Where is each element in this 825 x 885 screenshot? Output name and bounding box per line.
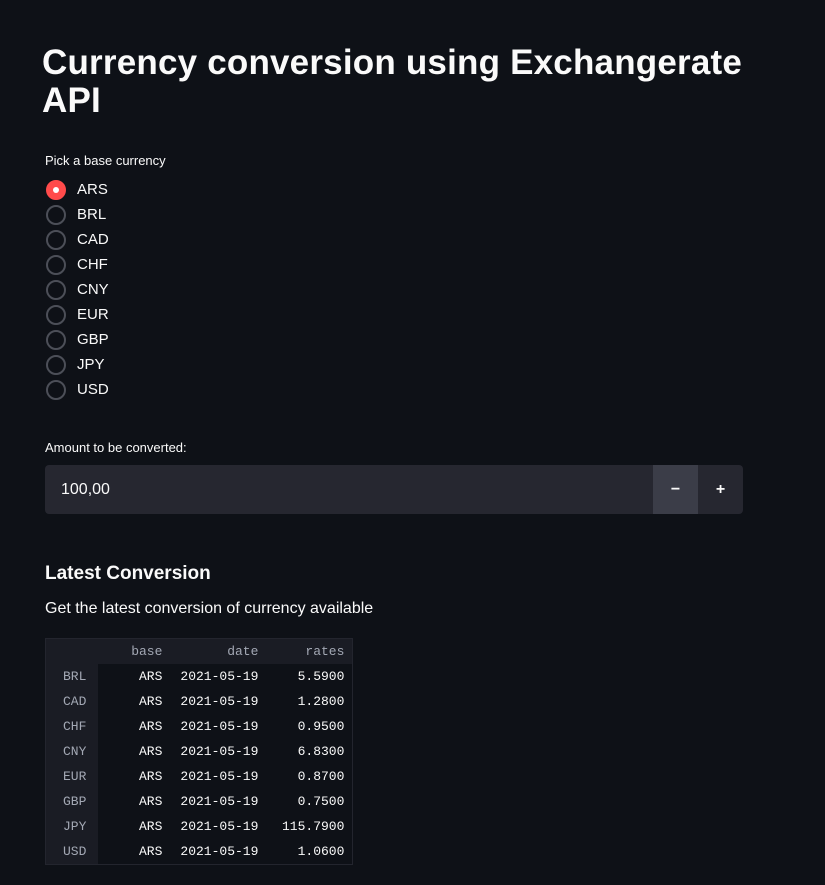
radio-option-label: CAD	[77, 231, 109, 248]
increment-button[interactable]: +	[698, 465, 743, 514]
table-row: BRL ARS 2021-05-19 5.5900	[46, 664, 353, 689]
row-index-cell: USD	[46, 839, 99, 864]
radio-button-icon[interactable]	[46, 179, 66, 200]
date-cell: 2021-05-19	[170, 764, 267, 789]
amount-label: Amount to be converted:	[45, 440, 187, 455]
radio-option-label: CNY	[77, 281, 109, 298]
conversion-dataframe[interactable]: base date rates BRL ARS 2021-05-19 5.5900 CA…	[45, 638, 354, 865]
radio-option-gbp[interactable]: GBP	[46, 327, 109, 352]
date-cell: 2021-05-19	[170, 689, 267, 714]
date-cell: 2021-05-19	[170, 839, 267, 864]
table-row: CNY ARS 2021-05-19 6.8300	[46, 739, 353, 764]
date-cell: 2021-05-19	[170, 739, 267, 764]
radio-option-ars[interactable]: ARS	[46, 177, 109, 202]
column-header-date[interactable]: date	[170, 639, 267, 664]
row-index-cell: BRL	[46, 664, 99, 689]
date-cell: 2021-05-19	[170, 714, 267, 739]
radio-option-label: USD	[77, 381, 109, 398]
base-cell: ARS	[98, 714, 171, 739]
base-currency-label: Pick a base currency	[45, 153, 166, 168]
radio-option-jpy[interactable]: JPY	[46, 352, 109, 377]
table-header-row: base date rates	[46, 639, 353, 664]
radio-button-icon[interactable]	[46, 304, 66, 325]
rates-cell: 0.9500	[266, 714, 353, 739]
column-header-index[interactable]	[46, 639, 99, 664]
radio-button-icon[interactable]	[46, 254, 66, 275]
radio-option-brl[interactable]: BRL	[46, 202, 109, 227]
rates-cell: 1.2800	[266, 689, 353, 714]
table-row: CAD ARS 2021-05-19 1.2800	[46, 689, 353, 714]
row-index-cell: CNY	[46, 739, 99, 764]
conversion-table: base date rates BRL ARS 2021-05-19 5.5900 CA…	[46, 639, 353, 864]
rates-cell: 6.8300	[266, 739, 353, 764]
rates-cell: 0.7500	[266, 789, 353, 814]
rates-cell: 0.8700	[266, 764, 353, 789]
radio-option-eur[interactable]: EUR	[46, 302, 109, 327]
date-cell: 2021-05-19	[170, 789, 267, 814]
base-cell: ARS	[98, 814, 171, 839]
amount-number-input: − +	[45, 465, 743, 514]
radio-button-icon[interactable]	[46, 329, 66, 350]
row-index-cell: GBP	[46, 789, 99, 814]
base-cell: ARS	[98, 689, 171, 714]
base-currency-radio-group: ARS BRL CAD CHF CNY EUR GBP JPY USD	[46, 177, 109, 402]
app-page: Currency conversion using Exchangerate A…	[0, 0, 825, 885]
decrement-button[interactable]: −	[653, 465, 698, 514]
rates-cell: 5.5900	[266, 664, 353, 689]
radio-button-icon[interactable]	[46, 229, 66, 250]
column-header-base[interactable]: base	[98, 639, 171, 664]
rates-cell: 115.7900	[266, 814, 353, 839]
table-body: BRL ARS 2021-05-19 5.5900 CAD ARS 2021-05-19 1.…	[46, 664, 353, 864]
table-row: USD ARS 2021-05-19 1.0600	[46, 839, 353, 864]
radio-option-label: GBP	[77, 331, 109, 348]
radio-option-usd[interactable]: USD	[46, 377, 109, 402]
radio-button-icon[interactable]	[46, 279, 66, 300]
base-cell: ARS	[98, 789, 171, 814]
section-description: Get the latest conversion of currency av…	[45, 600, 374, 617]
table-row: JPY ARS 2021-05-19 115.7900	[46, 814, 353, 839]
table-row: GBP ARS 2021-05-19 0.7500	[46, 789, 353, 814]
base-cell: ARS	[98, 764, 171, 789]
radio-option-label: JPY	[77, 356, 105, 373]
radio-option-label: EUR	[77, 306, 109, 323]
radio-option-chf[interactable]: CHF	[46, 252, 109, 277]
radio-option-label: BRL	[77, 206, 107, 223]
row-index-cell: CHF	[46, 714, 99, 739]
radio-button-icon[interactable]	[46, 204, 66, 225]
row-index-cell: CAD	[46, 689, 99, 714]
date-cell: 2021-05-19	[170, 814, 267, 839]
radio-option-label: CHF	[77, 256, 108, 273]
base-cell: ARS	[98, 739, 171, 764]
rates-cell: 1.0600	[266, 839, 353, 864]
page-title: Currency conversion using Exchangerate A…	[42, 43, 743, 120]
radio-button-icon[interactable]	[46, 379, 66, 400]
radio-option-cad[interactable]: CAD	[46, 227, 109, 252]
row-index-cell: JPY	[46, 814, 99, 839]
base-cell: ARS	[98, 664, 171, 689]
radio-option-cny[interactable]: CNY	[46, 277, 109, 302]
row-index-cell: EUR	[46, 764, 99, 789]
date-cell: 2021-05-19	[170, 664, 267, 689]
section-header: Latest Conversion	[45, 563, 211, 584]
table-row: EUR ARS 2021-05-19 0.8700	[46, 764, 353, 789]
radio-option-label: ARS	[77, 181, 108, 198]
column-header-rates[interactable]: rates	[266, 639, 353, 664]
radio-button-icon[interactable]	[46, 354, 66, 375]
amount-input[interactable]	[45, 465, 653, 514]
base-cell: ARS	[98, 839, 171, 864]
table-row: CHF ARS 2021-05-19 0.9500	[46, 714, 353, 739]
